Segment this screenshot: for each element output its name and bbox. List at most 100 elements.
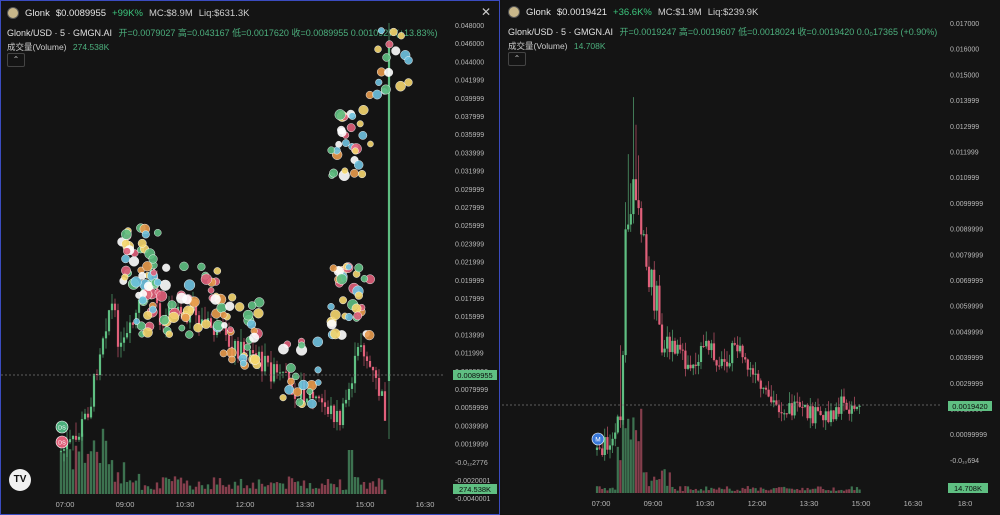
trade-bubble[interactable] (351, 147, 359, 155)
trade-bubble[interactable] (292, 387, 303, 397)
trade-bubble[interactable] (141, 230, 150, 239)
trade-bubble[interactable] (345, 263, 353, 271)
trade-bubble[interactable] (153, 278, 162, 287)
trade-bubble[interactable] (385, 40, 394, 49)
trade-bubble[interactable] (380, 84, 391, 95)
trade-bubble[interactable] (221, 322, 228, 329)
trade-bubble[interactable] (404, 56, 413, 65)
trade-bubble[interactable] (220, 311, 228, 319)
trade-bubble[interactable] (250, 354, 261, 365)
trade-bubble[interactable] (357, 169, 367, 179)
trade-bubble[interactable] (278, 343, 289, 355)
trade-bubble[interactable] (353, 160, 364, 170)
chart-panel-left[interactable]: Glonk $0.0089955 +99K% MC:$8.9M Liq:$631… (0, 0, 500, 515)
trade-bubble[interactable] (312, 336, 324, 348)
trade-bubble[interactable] (350, 168, 359, 178)
trade-bubble[interactable] (384, 67, 394, 77)
trade-bubble[interactable] (201, 319, 211, 329)
trade-bubble[interactable] (123, 247, 131, 256)
trade-bubble[interactable] (391, 46, 401, 56)
trade-bubble[interactable] (242, 309, 254, 321)
trade-bubble[interactable] (162, 263, 171, 272)
trade-bubble[interactable] (183, 279, 196, 291)
trade-bubble[interactable] (395, 80, 406, 92)
trade-bubble[interactable] (307, 398, 317, 409)
trade-bubble[interactable] (121, 254, 130, 264)
tradingview-logo[interactable]: TV (9, 469, 31, 491)
trade-bubble[interactable] (179, 261, 189, 272)
trade-bubble[interactable] (354, 263, 364, 273)
trade-bubble[interactable] (193, 322, 203, 333)
trade-bubble[interactable] (167, 300, 177, 310)
trade-bubble[interactable] (330, 309, 341, 321)
trade-bubble[interactable] (295, 398, 304, 407)
trade-bubble[interactable] (210, 294, 221, 305)
trade-bubble[interactable] (239, 359, 247, 367)
trade-bubble[interactable] (326, 319, 337, 330)
trade-bubble[interactable] (284, 384, 295, 395)
trade-bubble[interactable] (382, 53, 391, 62)
trade-bubble[interactable] (142, 327, 153, 338)
trade-bubble[interactable] (292, 372, 300, 381)
trade-bubble[interactable] (397, 32, 405, 40)
trade-bubble[interactable] (314, 366, 322, 374)
trade-bubble[interactable] (148, 305, 157, 314)
trade-bubble[interactable] (364, 330, 375, 341)
trade-bubble[interactable] (207, 287, 215, 294)
trade-bubble[interactable] (372, 89, 383, 100)
trade-bubble[interactable] (150, 269, 157, 277)
trade-bubble[interactable] (329, 264, 338, 273)
trade-bubble[interactable] (348, 112, 357, 120)
trade-bubble[interactable] (128, 256, 140, 267)
trade-bubble[interactable] (121, 273, 129, 281)
trade-bubble[interactable] (213, 267, 222, 275)
trade-bubble[interactable] (334, 109, 346, 121)
trade-bubble[interactable] (377, 27, 385, 35)
trade-bubble[interactable] (234, 302, 245, 312)
trade-bubble[interactable] (178, 324, 186, 332)
trade-bubble[interactable] (219, 349, 228, 358)
trade-bubble[interactable] (121, 265, 131, 276)
trade-bubble[interactable] (197, 262, 206, 271)
price-chart-left[interactable]: 0.048000 0.046000 0.044000 0.041999 0.039999… (1, 1, 499, 514)
trade-bubble[interactable] (216, 302, 227, 314)
trade-bubble[interactable] (297, 341, 306, 349)
price-chart-right[interactable]: 0.017000 0.016000 0.015000 0.013999 0.012999… (502, 0, 1000, 515)
trade-bubble[interactable] (138, 295, 148, 305)
trade-bubble[interactable] (374, 45, 382, 53)
trade-bubble[interactable] (337, 127, 347, 138)
trade-bubble[interactable] (327, 303, 335, 311)
trade-bubble[interactable] (354, 291, 363, 300)
trade-bubble[interactable] (375, 78, 383, 86)
trade-bubble[interactable] (159, 279, 171, 291)
trade-bubble[interactable] (148, 254, 158, 264)
trade-bubble[interactable] (358, 131, 368, 140)
trade-bubble[interactable] (329, 328, 341, 340)
trade-bubble[interactable] (367, 140, 374, 148)
trade-bubble[interactable] (181, 313, 191, 323)
trade-bubble[interactable] (121, 228, 132, 240)
trade-bubble[interactable] (156, 290, 168, 302)
trade-bubble[interactable] (153, 228, 162, 237)
trade-bubble[interactable] (246, 319, 257, 329)
trade-bubble[interactable] (200, 273, 213, 285)
trade-bubble[interactable] (228, 355, 236, 364)
trade-bubble[interactable] (249, 332, 260, 343)
trade-bubble[interactable] (243, 343, 251, 351)
trade-bubble[interactable] (344, 313, 353, 322)
trade-bubble[interactable] (138, 271, 147, 280)
trade-bubble[interactable] (389, 27, 398, 37)
trade-bubble[interactable] (351, 303, 362, 314)
trade-bubble[interactable] (165, 330, 174, 338)
trade-bubble[interactable] (356, 120, 364, 128)
trade-bubble[interactable] (306, 388, 314, 395)
trade-bubble[interactable] (353, 311, 363, 321)
trade-bubble[interactable] (341, 139, 350, 147)
trade-bubble[interactable] (253, 308, 264, 319)
trade-bubble[interactable] (286, 363, 296, 373)
trade-bubble[interactable] (133, 318, 140, 325)
trade-bubble[interactable] (137, 238, 147, 248)
trade-bubble[interactable] (346, 123, 356, 133)
trade-bubble[interactable] (336, 273, 348, 285)
trade-bubble[interactable] (168, 311, 180, 323)
